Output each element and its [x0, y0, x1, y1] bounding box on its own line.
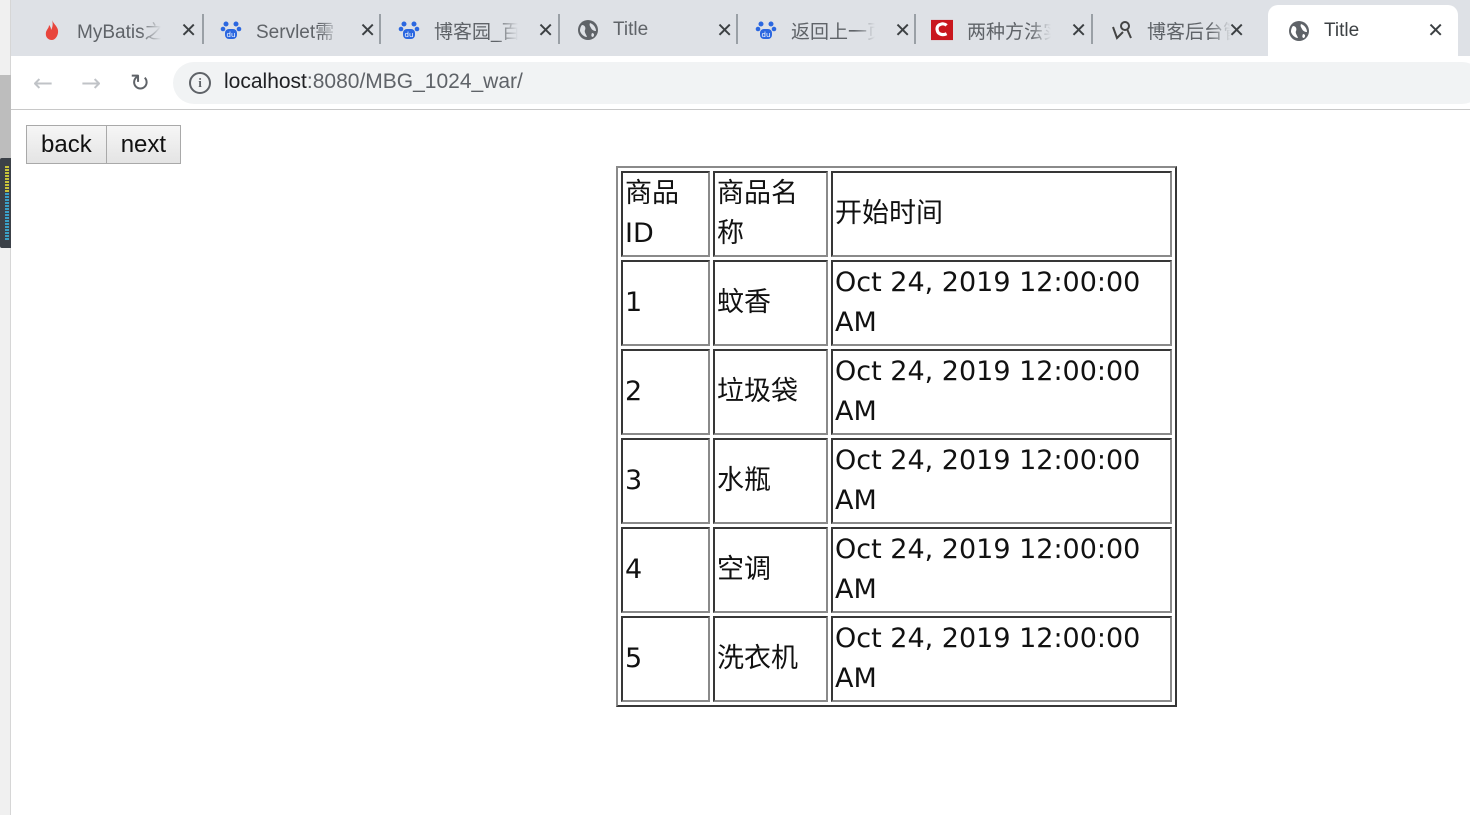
table-row: 4 空调 Oct 24, 2019 12:00:00 AM: [621, 527, 1172, 613]
tab-label: 博客园_百: [434, 21, 518, 43]
table-row: 5 洗衣机 Oct 24, 2019 12:00:00 AM: [621, 616, 1172, 702]
cell-id: 1: [621, 260, 710, 346]
tab-strip: MyBatis之 ✕ du Servlet需 ✕ du 博客园_百 ✕ Titl…: [11, 0, 1470, 56]
cell-start-time: Oct 24, 2019 12:00:00 AM: [831, 616, 1172, 702]
tab-separator: [1091, 14, 1093, 44]
window-edge-block: [0, 75, 11, 160]
tab-close-icon[interactable]: ✕: [894, 18, 911, 42]
tab-label: Servlet需: [256, 21, 335, 43]
cell-name: 空调: [713, 527, 828, 613]
cell-name: 水瓶: [713, 438, 828, 524]
header-goods-name: 商品名称: [713, 171, 828, 257]
tab-separator: [736, 14, 738, 44]
tab-label: 两种方法实: [967, 21, 1051, 43]
back-button[interactable]: back: [26, 125, 107, 164]
cell-id: 4: [621, 527, 710, 613]
arrow-left-icon: ←: [32, 69, 54, 97]
tab-mybatis[interactable]: MyBatis之 ✕: [41, 10, 211, 50]
next-button[interactable]: next: [105, 125, 182, 164]
cell-name: 洗衣机: [713, 616, 828, 702]
tab-title-active[interactable]: Title ✕: [1268, 5, 1458, 56]
page-content: back next 商品ID 商品名称 开始时间 1 蚊香 Oct 24, 20…: [11, 111, 1470, 815]
back-nav-button[interactable]: ←: [26, 66, 60, 100]
baidu-paw-icon: du: [220, 19, 242, 41]
tab-close-icon[interactable]: ✕: [537, 18, 554, 42]
pagination-buttons: back next: [26, 125, 182, 164]
tab-separator: [914, 14, 916, 44]
flame-icon: [41, 19, 63, 41]
tab-close-icon[interactable]: ✕: [716, 18, 733, 42]
tab-csdn[interactable]: 两种方法实 ✕: [931, 10, 1101, 50]
cell-id: 5: [621, 616, 710, 702]
baidu-paw-icon: du: [755, 19, 777, 41]
goods-table: 商品ID 商品名称 开始时间 1 蚊香 Oct 24, 2019 12:00:0…: [616, 166, 1177, 707]
cell-name: 垃圾袋: [713, 349, 828, 435]
tab-close-icon[interactable]: ✕: [1228, 18, 1245, 42]
baidu-paw-icon: du: [398, 19, 420, 41]
cell-start-time: Oct 24, 2019 12:00:00 AM: [831, 260, 1172, 346]
tab-close-icon[interactable]: ✕: [1427, 18, 1444, 42]
svg-text:du: du: [227, 31, 236, 39]
tab-close-icon[interactable]: ✕: [180, 18, 197, 42]
globe-icon: [577, 19, 599, 41]
svg-text:du: du: [405, 31, 414, 39]
info-icon[interactable]: i: [189, 72, 211, 94]
table-row: 3 水瓶 Oct 24, 2019 12:00:00 AM: [621, 438, 1172, 524]
meter-bar-low: [5, 193, 9, 240]
url-text[interactable]: localhost:8080/MBG_1024_war/: [224, 70, 523, 94]
tab-label: Title: [613, 19, 649, 40]
tab-separator: [202, 14, 204, 44]
tab-close-icon[interactable]: ✕: [1070, 18, 1087, 42]
table-header-row: 商品ID 商品名称 开始时间: [621, 171, 1172, 257]
reload-icon: ↻: [129, 69, 151, 97]
tab-go-back[interactable]: du 返回上一页 ✕: [755, 10, 925, 50]
arrow-right-icon: →: [80, 69, 102, 97]
browser-toolbar: ← → ↻ i localhost:8080/MBG_1024_war/: [11, 56, 1470, 110]
cnblogs-icon: [1111, 19, 1133, 41]
csdn-c-icon: [931, 19, 953, 41]
table-row: 1 蚊香 Oct 24, 2019 12:00:00 AM: [621, 260, 1172, 346]
cell-start-time: Oct 24, 2019 12:00:00 AM: [831, 438, 1172, 524]
reload-button[interactable]: ↻: [123, 66, 157, 100]
cell-id: 2: [621, 349, 710, 435]
table-row: 2 垃圾袋 Oct 24, 2019 12:00:00 AM: [621, 349, 1172, 435]
url-path: :8080/MBG_1024_war/: [306, 70, 523, 93]
tab-blog-admin[interactable]: 博客后台管 ✕: [1111, 10, 1259, 50]
tab-label: 返回上一页: [791, 21, 875, 43]
tab-separator: [379, 14, 381, 44]
svg-text:du: du: [762, 31, 771, 39]
tab-close-icon[interactable]: ✕: [359, 18, 376, 42]
cell-start-time: Oct 24, 2019 12:00:00 AM: [831, 349, 1172, 435]
tab-servlet[interactable]: du Servlet需 ✕: [220, 10, 390, 50]
forward-nav-button[interactable]: →: [74, 66, 108, 100]
header-start-time: 开始时间: [831, 171, 1172, 257]
tab-title[interactable]: Title ✕: [577, 10, 747, 50]
cell-id: 3: [621, 438, 710, 524]
cell-name: 蚊香: [713, 260, 828, 346]
desktop-edge-strip: [0, 0, 15, 815]
globe-icon: [1288, 20, 1310, 42]
tab-label: 博客后台管: [1147, 21, 1231, 43]
cell-start-time: Oct 24, 2019 12:00:00 AM: [831, 527, 1172, 613]
tab-label: MyBatis之: [77, 21, 161, 43]
url-host: localhost: [224, 70, 307, 93]
header-goods-id: 商品ID: [621, 171, 710, 257]
address-bar[interactable]: i localhost:8080/MBG_1024_war/: [173, 62, 1470, 104]
browser-window: MyBatis之 ✕ du Servlet需 ✕ du 博客园_百 ✕ Titl…: [11, 0, 1470, 815]
tab-cnblogs-baidu[interactable]: du 博客园_百 ✕: [398, 10, 568, 50]
tab-label: Title: [1324, 19, 1360, 41]
tab-separator: [558, 14, 560, 44]
